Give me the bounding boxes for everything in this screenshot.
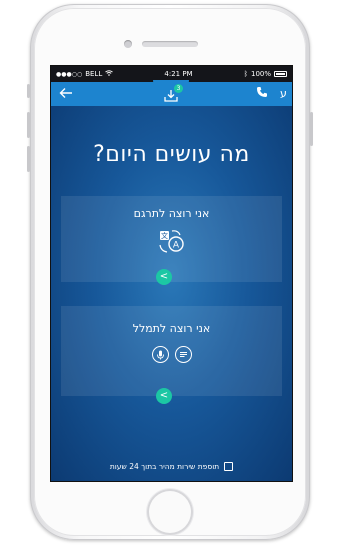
transcribe-card[interactable]: אני רוצה לתמלל < [61, 306, 282, 404]
bluetooth-icon: ᛒ [243, 70, 248, 78]
earpiece-speaker [142, 41, 198, 47]
page-title: מה עושים היום? [93, 142, 250, 167]
home-button[interactable] [147, 489, 193, 535]
svg-text:文: 文 [161, 231, 168, 240]
transcribe-card-label: אני רוצה לתמלל [132, 322, 211, 335]
volume-down-button [27, 146, 30, 172]
downloads-badge: 3 [174, 84, 183, 93]
volume-up-button [27, 112, 30, 138]
battery-percent: 100% [250, 70, 271, 78]
status-time: 4:21 PM [164, 70, 193, 78]
express-service-checkbox[interactable] [224, 462, 234, 471]
signal-dots-icon: ●●●○○ [56, 70, 83, 78]
mute-switch [27, 84, 30, 98]
speech-bubble-icon [174, 346, 192, 363]
express-service-label: תוספת שירות מהיר בתוך 24 שעות [109, 462, 220, 471]
front-camera [124, 40, 132, 48]
carrier-name: BELL [85, 70, 103, 78]
language-toggle[interactable]: ע [280, 86, 287, 102]
phone-screen: ●●●○○ BELL 4:21 PM ᛒ 100% ע 3 מה עושים ה… [50, 65, 293, 482]
battery-icon [274, 71, 287, 77]
translate-go-button[interactable]: < [156, 269, 172, 285]
translate-card[interactable]: אני רוצה לתרגם 文 A < [61, 196, 282, 285]
transcribe-go-button[interactable]: < [156, 388, 172, 404]
main-content: מה עושים היום? אני רוצה לתרגם 文 A < אני … [51, 106, 292, 481]
svg-text:A: A [172, 241, 179, 251]
phone-icon[interactable] [256, 86, 268, 103]
microphone-icon [151, 346, 169, 363]
express-service-option[interactable]: תוספת שירות מהיר בתוך 24 שעות [51, 462, 292, 471]
wifi-icon [105, 70, 113, 78]
translate-card-label: אני רוצה לתרגם [133, 207, 210, 220]
translate-icon: 文 A [156, 228, 188, 260]
arrow-left-icon[interactable] [59, 86, 73, 105]
power-button [310, 112, 313, 146]
